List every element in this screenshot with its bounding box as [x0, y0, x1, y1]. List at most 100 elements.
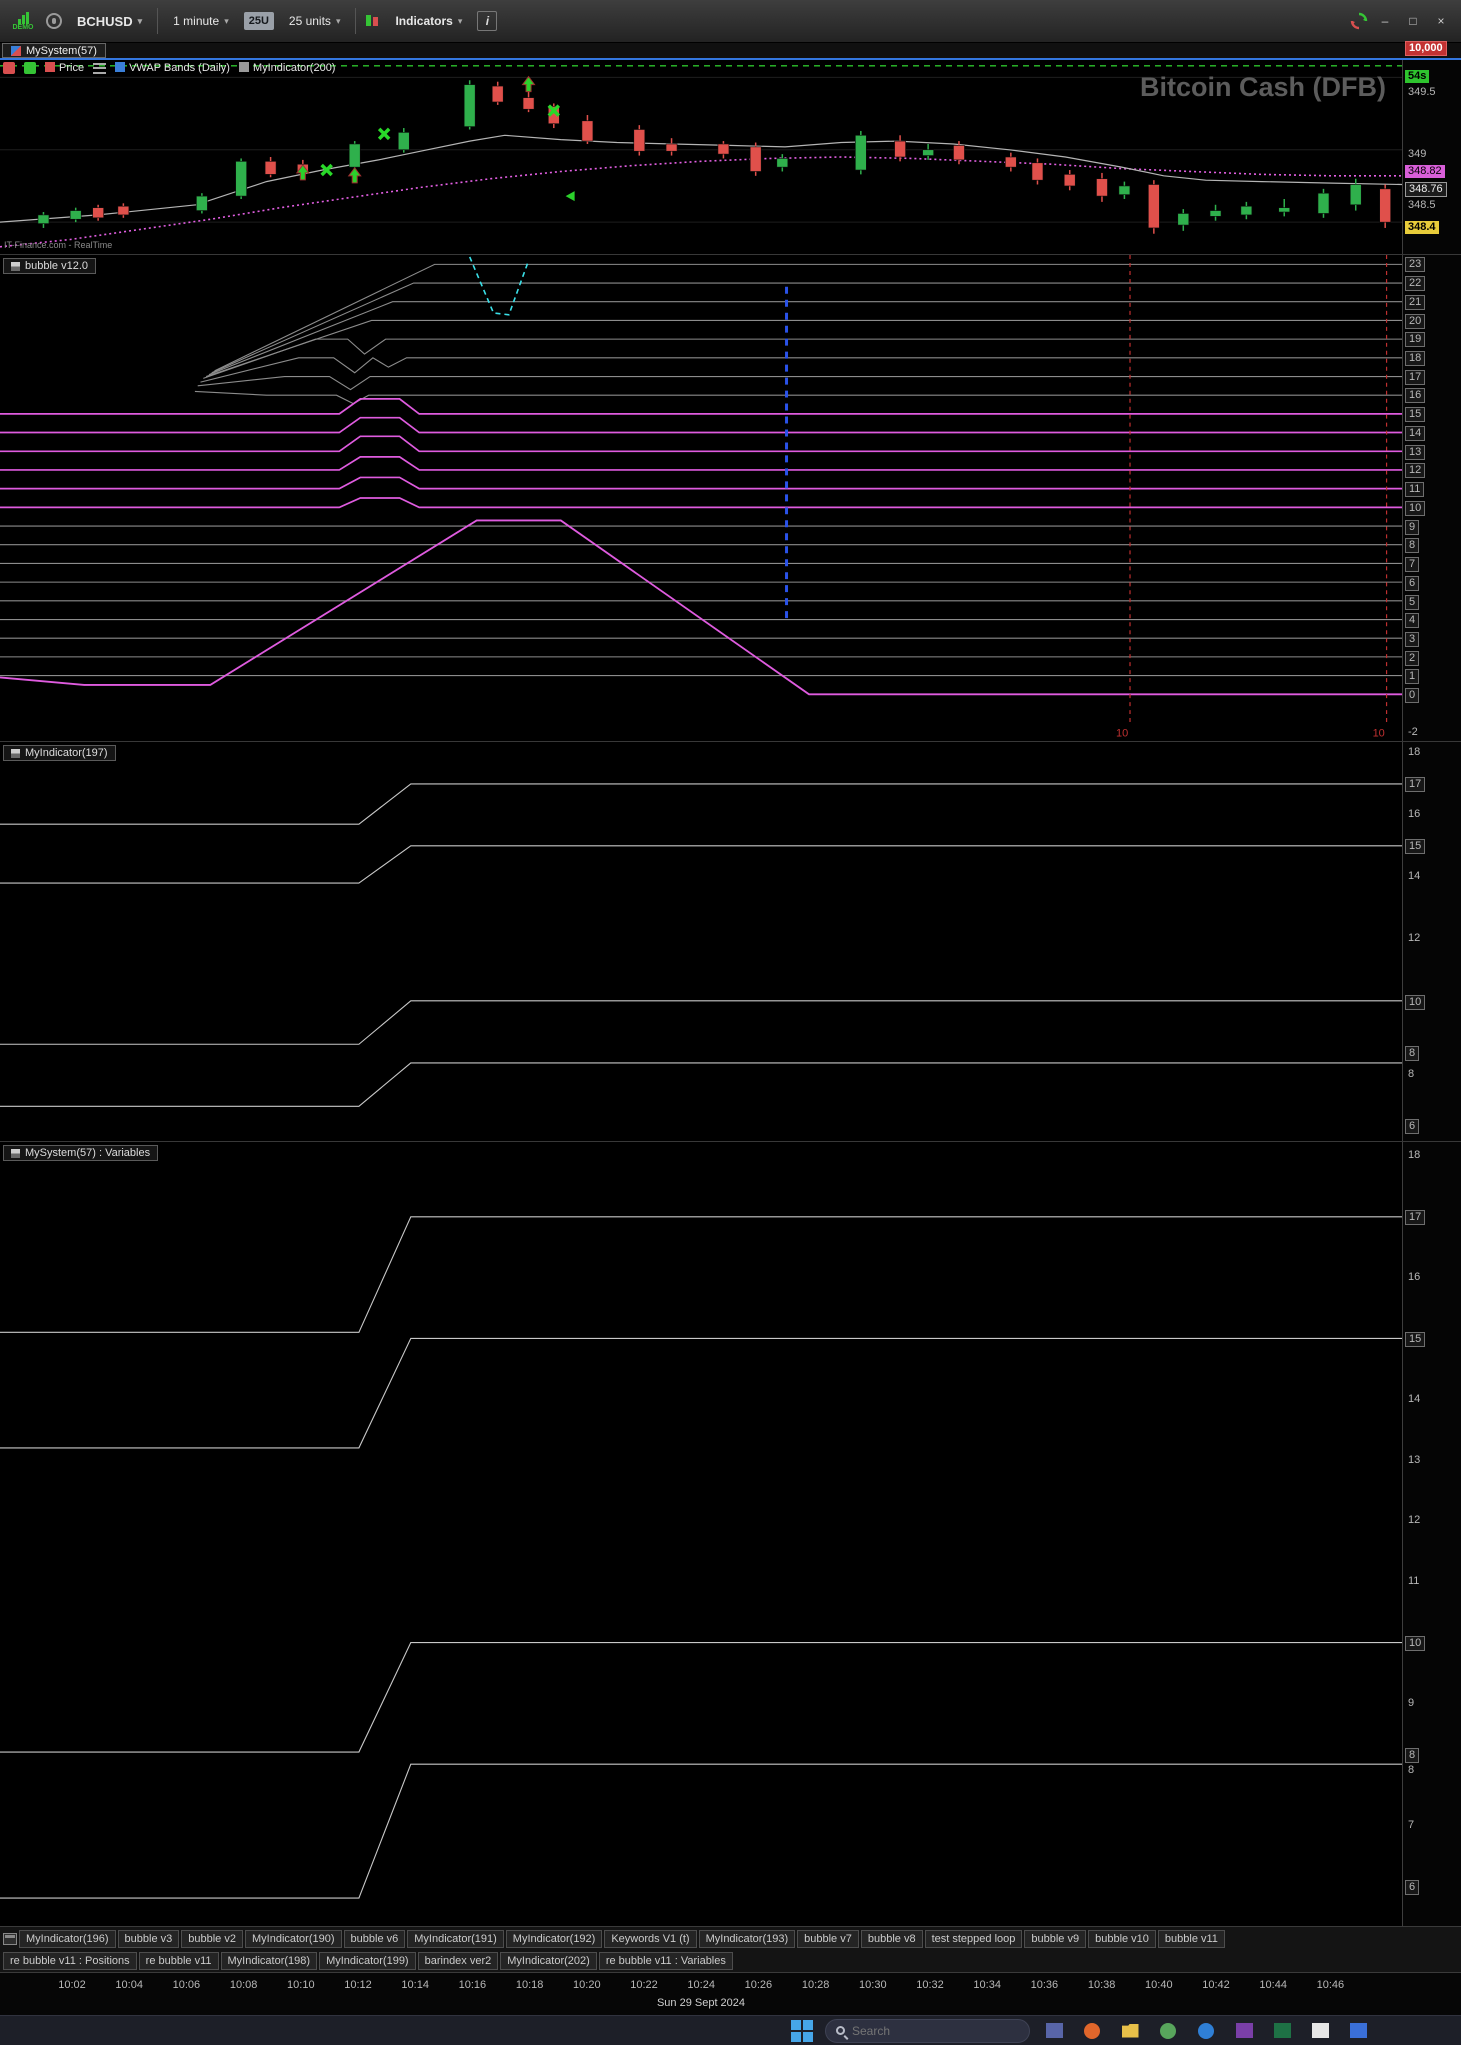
tab-re-bubble-v11-positions[interactable]: re bubble v11 : Positions	[3, 1952, 137, 1970]
time-axis[interactable]: Sun 29 Sept 2024 10:02 10:04 10:06 10:08 10:…	[0, 1972, 1461, 2015]
order-down-icon[interactable]	[24, 62, 36, 74]
firefox-icon[interactable]	[1078, 2018, 1106, 2044]
order-up-icon[interactable]	[3, 62, 15, 74]
media-icon[interactable]	[1230, 2018, 1258, 2044]
vwap-swatch	[115, 62, 126, 72]
axis-label: 18	[1408, 745, 1421, 758]
myindicator197-axis[interactable]: 18 17 16 15 14 12 10 8 8 6	[1402, 742, 1461, 1141]
tab-bubble-v3[interactable]: bubble v3	[117, 1929, 180, 1948]
myindicator-legend-label: MyIndicator(200)	[252, 62, 336, 74]
edge-icon-glyph	[1198, 2022, 1214, 2039]
axis-label: 348.82	[1405, 165, 1445, 178]
tab-myindicator-202[interactable]: MyIndicator(202)	[500, 1952, 597, 1970]
tab-myindicator-199[interactable]: MyIndicator(199)	[319, 1952, 416, 1970]
chevron-down-icon: ▾	[137, 15, 143, 26]
tab-re-bubble-v11[interactable]: re bubble v11	[138, 1952, 219, 1970]
timeframe-select[interactable]: 1 minute ▾	[166, 10, 236, 32]
axis-label: 18	[1405, 351, 1426, 367]
axis-label: 19	[1405, 332, 1426, 348]
axis-label: 8	[1405, 538, 1420, 554]
taskbar-search[interactable]	[825, 2018, 1030, 2043]
window-restore-icon[interactable]	[3, 1932, 17, 1945]
units-badge[interactable]: 25U	[243, 12, 274, 30]
time-label: 10:04	[115, 1979, 143, 1991]
variables-chart	[0, 1216, 1402, 1899]
tab-bubble-v9[interactable]: bubble v9	[1024, 1929, 1087, 1948]
variables-axis[interactable]: 18 17 16 15 14 13 12 11 10 9 8 8 7 6	[1402, 1142, 1461, 1926]
variables-label: MySystem(57) : Variables	[25, 1147, 151, 1159]
close-button[interactable]: ×	[1429, 11, 1453, 31]
people-icon[interactable]	[1040, 2018, 1068, 2044]
tab-myindicator-196[interactable]: MyIndicator(196)	[19, 1929, 116, 1948]
indicators-button[interactable]: Indicators ▾	[388, 10, 469, 32]
legend-item-myindicator[interactable]: MyIndicator(200)	[238, 62, 336, 74]
info-label: i	[485, 14, 490, 28]
excel-icon[interactable]	[1268, 2018, 1296, 2044]
price-axis[interactable]: 10,000 54s 349.5 349 348.82 348.76 348.5 348.4	[1402, 41, 1461, 254]
tab-myindicator-198[interactable]: MyIndicator(198)	[220, 1952, 318, 1970]
axis-label: 15	[1405, 839, 1426, 855]
sync-icon[interactable]	[1349, 11, 1369, 31]
time-label: 10:14	[401, 1979, 429, 1991]
minimize-button[interactable]: –	[1373, 11, 1397, 31]
people-icon-glyph	[1045, 2023, 1063, 2038]
list-icon[interactable]	[93, 62, 107, 74]
panel-label-variables[interactable]: MySystem(57) : Variables	[3, 1145, 159, 1161]
tab-myindicator-193[interactable]: MyIndicator(193)	[698, 1929, 796, 1948]
tab-bubble-v7[interactable]: bubble v7	[797, 1929, 859, 1948]
account-icon[interactable]	[46, 13, 62, 29]
legend-item-vwap[interactable]: VWAP Bands (Daily)	[115, 62, 230, 74]
main-chart-tab-label: MySystem(57)	[26, 44, 97, 57]
search-input[interactable]	[852, 2023, 1002, 2038]
tab-barindex-ver2[interactable]: barindex ver2	[417, 1952, 499, 1970]
trading-app-window: DEMO BCHUSD ▾ 1 minute ▾ 25U 25 units ▾ Ind…	[0, 0, 1461, 2045]
panel-label-bubble[interactable]: bubble v12.0	[3, 258, 96, 274]
tab-re-bubble-v11-variables[interactable]: re bubble v11 : Variables	[598, 1952, 733, 1970]
axis-label: 6	[1405, 1879, 1420, 1895]
chrome-icon[interactable]	[1154, 2018, 1182, 2044]
units-label: 25 units	[288, 14, 331, 28]
tab-keywords-v1-t[interactable]: Keywords V1 (t)	[604, 1929, 697, 1948]
axis-label: 5	[1405, 594, 1420, 610]
panel-label-myindicator197[interactable]: MyIndicator(197)	[3, 745, 116, 761]
indicator-tabs-row2: re bubble v11 : Positions re bubble v11 My…	[0, 1950, 1461, 1972]
axis-label: 12	[1408, 932, 1421, 945]
myindicator197-chart	[0, 783, 1402, 1107]
tab-bubble-v10[interactable]: bubble v10	[1088, 1929, 1156, 1948]
axis-label: 6	[1405, 1118, 1420, 1134]
chevron-down-icon: ▾	[224, 15, 229, 26]
symbol-watermark: Bitcoin Cash (DFB)	[1140, 72, 1386, 102]
symbol-select[interactable]: BCHUSD ▾	[70, 10, 149, 33]
indicator-icon	[11, 748, 20, 758]
chevron-down-icon: ▾	[457, 15, 463, 26]
tab-myindicator-190[interactable]: MyIndicator(190)	[244, 1929, 342, 1948]
tab-myindicator-191[interactable]: MyIndicator(191)	[407, 1929, 504, 1948]
windows-start-button[interactable]	[789, 2018, 815, 2044]
units-select[interactable]: 25 units ▾	[282, 10, 348, 32]
media-icon-glyph	[1235, 2023, 1253, 2038]
tab-bubble-v2[interactable]: bubble v2	[181, 1929, 243, 1948]
info-button[interactable]: i	[477, 11, 498, 31]
tab-myindicator-192[interactable]: MyIndicator(192)	[505, 1929, 603, 1948]
tab-bubble-v8[interactable]: bubble v8	[860, 1929, 923, 1948]
tab-test-stepped-loop[interactable]: test stepped loop	[924, 1929, 1023, 1948]
tab-bubble-v6[interactable]: bubble v6	[343, 1929, 406, 1948]
myindicator197-label: MyIndicator(197)	[25, 747, 108, 759]
window-controls: – □ ×	[1349, 11, 1453, 31]
edge-icon[interactable]	[1192, 2018, 1220, 2044]
notepad-icon-glyph	[1311, 2023, 1329, 2038]
axis-label: -2	[1408, 725, 1418, 738]
search-icon	[836, 2026, 845, 2035]
notepad-icon[interactable]	[1306, 2018, 1334, 2044]
bubble-axis[interactable]: 23 22 21 20 19 18 17 16 15 14 13 12 11 10 9 8 7 6 5 4 3 2 1 0 -2	[1402, 255, 1461, 741]
price-swatch	[45, 62, 55, 72]
time-label: 10:28	[801, 1979, 830, 1991]
time-label: 10:12	[344, 1979, 372, 1991]
main-chart-tab[interactable]: MySystem(57)	[2, 43, 106, 58]
tab-bubble-v11[interactable]: bubble v11	[1157, 1929, 1225, 1948]
legend-item-price[interactable]: Price	[45, 62, 84, 74]
maximize-button[interactable]: □	[1401, 11, 1425, 31]
calculator-icon[interactable]	[1344, 2018, 1372, 2044]
time-label: 10:08	[229, 1979, 258, 1991]
folder-icon[interactable]	[1116, 2018, 1144, 2044]
